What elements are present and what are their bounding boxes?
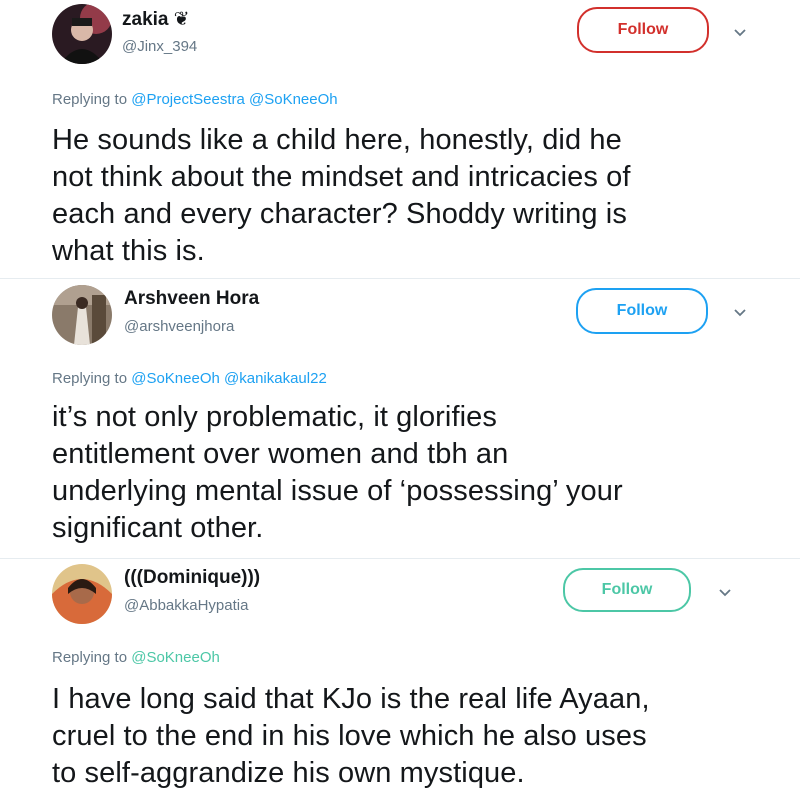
tweet-text: I have long said that KJo is the real li… <box>52 681 650 792</box>
mention-links[interactable]: @SoKneeOh @kanikakaul22 <box>131 370 327 387</box>
tweet-text-line: what this is. <box>52 235 205 267</box>
chevron-down-icon[interactable] <box>731 304 749 322</box>
tweet-text-line: not think about the mindset and intricac… <box>52 161 631 193</box>
replying-to-label: Replying to <box>52 649 128 666</box>
replying-to: Replying to @SoKneeOh <box>52 649 220 666</box>
mention-links[interactable]: @SoKneeOh <box>131 649 220 666</box>
tweet-text-line: significant other. <box>52 512 264 544</box>
tweet-text-line: to self-aggrandize his own mystique. <box>52 757 525 789</box>
tweet-2: Arshveen Hora @arshveenjhora Follow Repl… <box>0 282 800 558</box>
tweet-text: it’s not only problematic, it glorifies … <box>52 399 623 547</box>
follow-button[interactable]: Follow <box>563 568 691 612</box>
user-handle[interactable]: @AbbakkaHypatia <box>124 597 248 614</box>
display-name[interactable]: zakia ❦ <box>122 8 190 31</box>
replying-to: Replying to @ProjectSeestra @SoKneeOh <box>52 91 338 108</box>
tweet-3: (((Dominique))) @AbbakkaHypatia Follow R… <box>0 560 800 800</box>
tweet-text-line: underlying mental issue of ‘possessing’ … <box>52 475 623 507</box>
user-handle[interactable]: @arshveenjhora <box>124 318 234 335</box>
avatar[interactable] <box>52 4 112 64</box>
tweet-text-line: cruel to the end in his love which he al… <box>52 720 647 752</box>
divider <box>0 558 800 559</box>
user-handle[interactable]: @Jinx_394 <box>122 38 197 55</box>
tweet-text-line: each and every character? Shoddy writing… <box>52 198 627 230</box>
tweet-1: zakia ❦ @Jinx_394 Follow Replying to @Pr… <box>0 0 800 282</box>
chevron-down-icon[interactable] <box>716 584 734 602</box>
avatar[interactable] <box>52 564 112 624</box>
replying-to: Replying to @SoKneeOh @kanikakaul22 <box>52 370 327 387</box>
avatar[interactable] <box>52 285 112 345</box>
replying-to-label: Replying to <box>52 370 128 387</box>
display-name[interactable]: Arshveen Hora <box>124 288 259 310</box>
chevron-down-icon[interactable] <box>731 24 749 42</box>
tweet-text-line: He sounds like a child here, honestly, d… <box>52 124 622 156</box>
display-name[interactable]: (((Dominique))) <box>124 567 260 589</box>
tweet-text: He sounds like a child here, honestly, d… <box>52 122 631 270</box>
tweet-text-line: I have long said that KJo is the real li… <box>52 683 650 715</box>
mention-links[interactable]: @ProjectSeestra @SoKneeOh <box>131 91 337 108</box>
replying-to-label: Replying to <box>52 91 128 108</box>
tweet-text-line: entitlement over women and tbh an <box>52 438 509 470</box>
divider <box>0 278 800 279</box>
follow-button[interactable]: Follow <box>577 7 709 53</box>
tweet-text-line: it’s not only problematic, it glorifies <box>52 401 498 433</box>
follow-button[interactable]: Follow <box>576 288 708 334</box>
